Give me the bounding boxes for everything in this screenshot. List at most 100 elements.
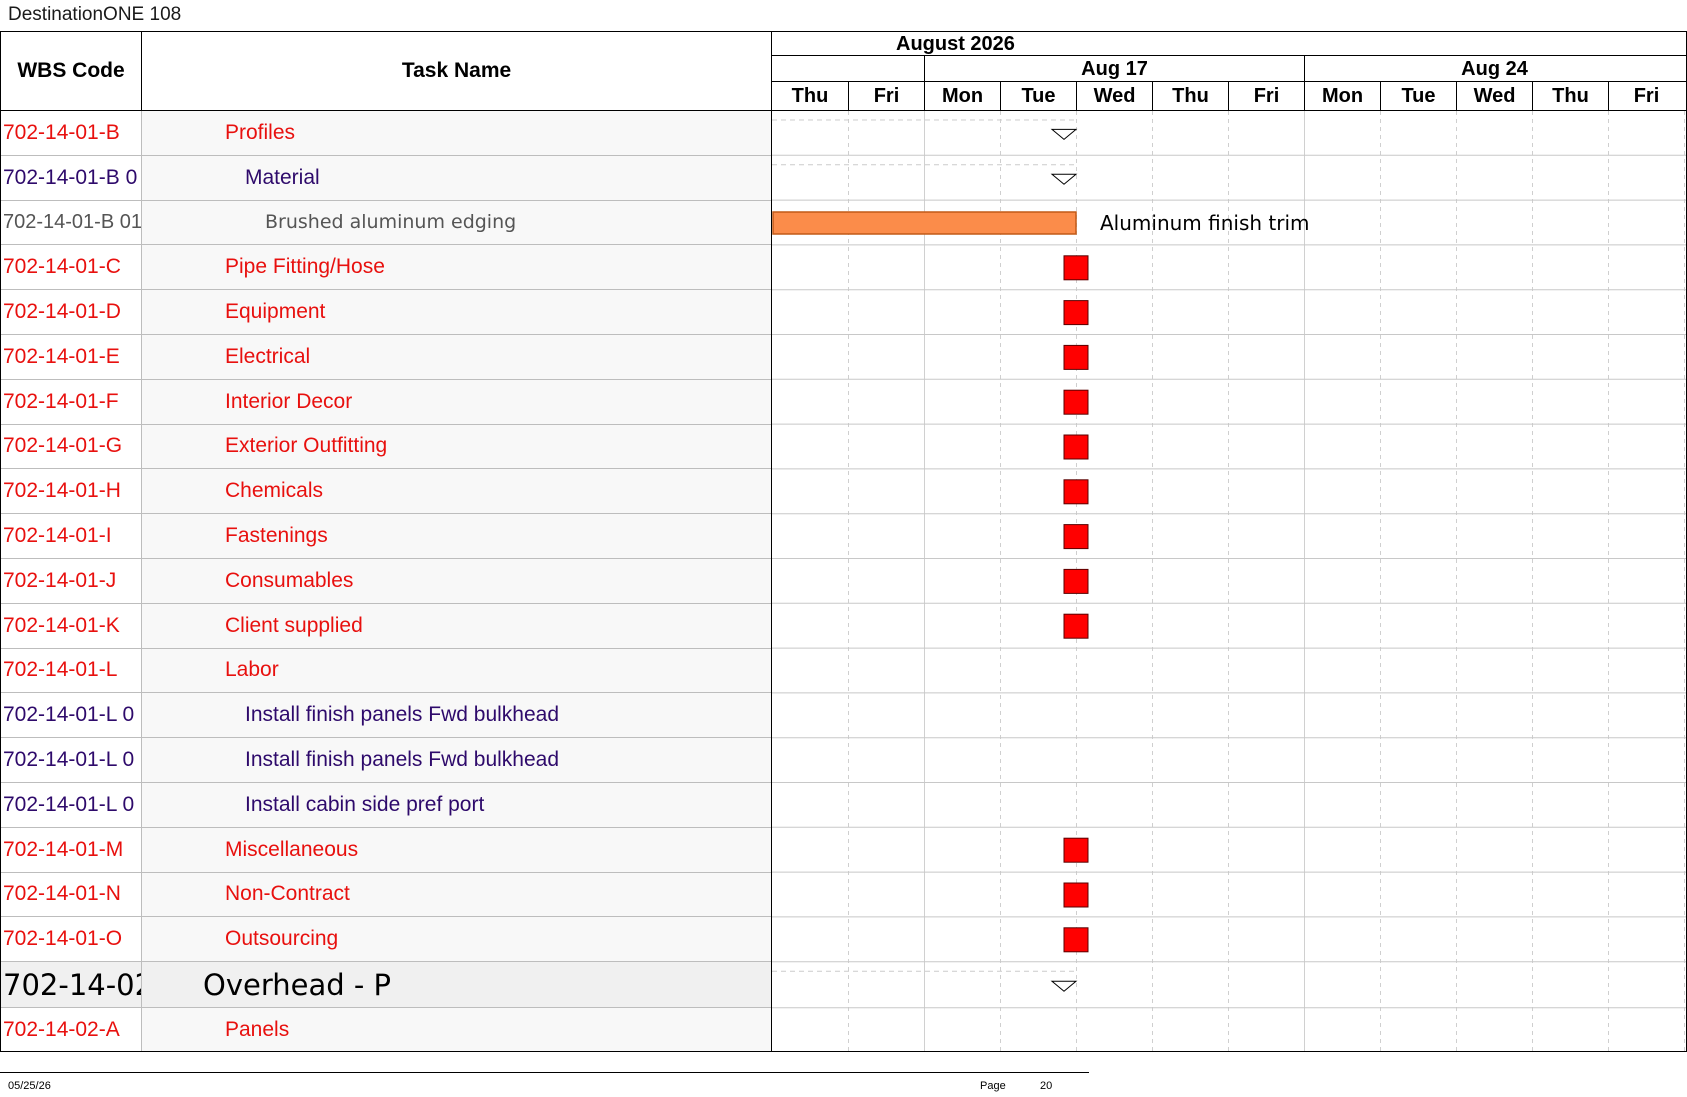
timescale-day: Tue [1380, 82, 1456, 111]
table-row[interactable]: 702-14-01-J Consumables [1, 558, 771, 604]
wbs-code-cell: 702-14-01-G [1, 424, 142, 469]
task-name-cell: Install finish panels Fwd bulkhead [245, 748, 560, 772]
table-row[interactable]: 702-14-01-K Client supplied [1, 603, 771, 649]
timescale-week: Aug 24 [1304, 56, 1684, 82]
wbs-code-cell: 702-14-01-K [1, 603, 142, 648]
wbs-code-cell: 702-14-01-L 0 [1, 782, 142, 827]
task-table: 702-14-01-B Profiles 702-14-01-B 0 Material… [1, 111, 771, 1051]
table-row[interactable]: 702-14-01-M Miscellaneous [1, 827, 771, 873]
timescale-day: Wed [1076, 82, 1152, 111]
table-row[interactable]: 702-14-01-B Profiles [1, 111, 771, 156]
task-name-cell: Interior Decor [225, 389, 353, 413]
footer-date: 05/25/26 [8, 1080, 51, 1092]
task-name-cell: Client supplied [225, 613, 363, 637]
task-name-cell: Exterior Outfitting [225, 434, 388, 458]
timescale-day: Mon [1304, 82, 1380, 111]
task-name-cell: Labor [225, 658, 279, 682]
table-row[interactable]: 702-14-01-E Electrical [1, 334, 771, 380]
task-bar-label: Aluminum finish trim [1100, 211, 1310, 235]
task-name-cell: Material [245, 165, 320, 189]
table-row[interactable]: 702-14-01-H Chemicals [1, 469, 771, 515]
timescale-day: Wed [1456, 82, 1532, 111]
task-name-cell: Install finish panels Fwd bulkhead [245, 703, 560, 727]
task-name-cell: Fastenings [225, 524, 328, 548]
table-row[interactable]: 702-14-01-L 0 Install cabin side pref por… [1, 782, 771, 828]
gantt-chart: August 2026 Aug 17 Aug 24 Thu Fri Mon Tue Wed… [771, 32, 1686, 1051]
table-row[interactable]: 702-14-01-N Non-Contract [1, 872, 771, 918]
gantt-grid: Aluminum finish trim [772, 111, 1686, 1051]
wbs-code-cell: 702-14-01-M [1, 827, 142, 872]
timescale-day: Tue [1000, 82, 1076, 111]
table-row[interactable]: 702-14-01-D Equipment [1, 290, 771, 335]
wbs-code-cell: 702-14-01-N [1, 872, 142, 917]
task-name-cell: Brushed aluminum edging [265, 211, 517, 234]
gantt-view: WBS Code Task Name 702-14-01-B Profiles 70… [0, 31, 1687, 1052]
column-header-task-name[interactable]: Task Name [142, 32, 771, 110]
summary-collapse-icon [1050, 173, 1078, 185]
milestone-marker [1063, 389, 1089, 415]
table-row[interactable]: 702-14-01-F Interior Decor [1, 379, 771, 425]
table-row[interactable]: 702-14-02 Overhead - P [1, 962, 771, 1009]
wbs-code-cell: 702-14-01-B 01 [1, 200, 142, 245]
wbs-code-cell: 702-14-01-F [1, 379, 142, 424]
timescale-week: Aug 17 [924, 56, 1304, 82]
milestone-marker [1063, 613, 1089, 639]
task-name-cell: Electrical [225, 344, 311, 368]
wbs-code-cell: 702-14-01-L 0 [1, 738, 142, 782]
summary-collapse-icon [1050, 980, 1078, 992]
task-name-cell: Non-Contract [225, 882, 350, 906]
milestone-marker [1063, 927, 1089, 953]
milestone-marker [1063, 300, 1089, 326]
wbs-code-cell: 702-14-02-A [1, 1008, 142, 1051]
milestone-marker [1063, 837, 1089, 863]
summary-collapse-icon [1050, 128, 1078, 141]
footer-page-label: Page [980, 1080, 1006, 1092]
table-row[interactable]: 702-14-01-O Outsourcing [1, 917, 771, 963]
wbs-code-cell: 702-14-01-C [1, 245, 142, 290]
table-row[interactable]: 702-14-01-G Exterior Outfitting [1, 424, 771, 470]
task-name-cell: Install cabin side pref port [245, 792, 485, 816]
table-row[interactable]: 702-14-01-L Labor [1, 648, 771, 694]
footer-divider [0, 1072, 1089, 1073]
milestone-marker [1063, 524, 1089, 550]
task-name-cell: Chemicals [225, 479, 324, 503]
milestone-marker [1063, 255, 1089, 281]
table-row[interactable]: 702-14-01-L 0 Install finish panels Fwd b… [1, 693, 771, 739]
timescale-day: Thu [1532, 82, 1608, 111]
wbs-code-cell: 702-14-02 [1, 962, 142, 1008]
footer-page-number: 20 [1040, 1080, 1053, 1092]
timescale-weeks: Aug 17 Aug 24 [772, 56, 1686, 82]
wbs-code-cell: 702-14-01-I [1, 514, 142, 558]
task-name-cell: Miscellaneous [225, 837, 359, 861]
table-row[interactable]: 702-14-01-L 0 Install finish panels Fwd b… [1, 738, 771, 783]
timescale-month: August 2026 [772, 32, 1686, 56]
wbs-code-cell: 702-14-01-B [1, 111, 142, 155]
timescale-day: Fri [848, 82, 924, 111]
timescale-days: Thu Fri Mon Tue Wed Thu Fri Mon Tue Wed Thu Fri [772, 82, 1686, 111]
wbs-code-cell: 702-14-01-L 0 [1, 693, 142, 738]
timescale-day: Thu [1152, 82, 1228, 111]
timescale-day: Fri [1608, 82, 1684, 111]
task-name-cell: Outsourcing [225, 927, 339, 951]
table-row[interactable]: 702-14-01-B 0 Material [1, 155, 771, 201]
wbs-code-cell: 702-14-01-E [1, 334, 142, 379]
task-bar [772, 211, 1077, 235]
table-row[interactable]: 702-14-02-A Panels [1, 1008, 771, 1051]
table-row[interactable]: 702-14-01-I Fastenings [1, 514, 771, 559]
wbs-code-cell: 702-14-01-H [1, 469, 142, 514]
milestone-marker [1063, 882, 1089, 908]
project-title: DestinationONE 108 [8, 4, 182, 25]
table-row[interactable]: 702-14-01-C Pipe Fitting/Hose [1, 245, 771, 291]
milestone-marker [1063, 344, 1089, 370]
task-name-cell: Consumables [225, 568, 354, 592]
task-name-cell: Profiles [225, 120, 296, 144]
wbs-code-cell: 702-14-01-L [1, 648, 142, 693]
wbs-code-cell: 702-14-01-B 0 [1, 155, 142, 200]
milestone-marker [1063, 434, 1089, 460]
column-header-wbs[interactable]: WBS Code [1, 32, 142, 110]
table-header: WBS Code Task Name [1, 32, 771, 111]
wbs-code-cell: 702-14-01-J [1, 558, 142, 603]
milestone-marker [1063, 568, 1089, 594]
wbs-code-cell: 702-14-01-D [1, 290, 142, 334]
table-row[interactable]: 702-14-01-B 01 Brushed aluminum edging [1, 200, 771, 246]
